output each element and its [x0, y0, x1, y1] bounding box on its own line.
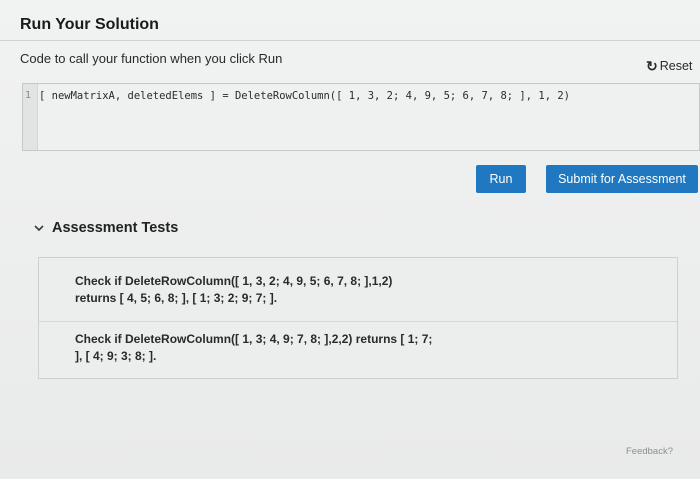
reset-button[interactable]: ↻ Reset — [646, 59, 692, 73]
submit-for-assessment-button[interactable]: Submit for Assessment — [546, 165, 698, 193]
code-editor[interactable]: 1 [ newMatrixA, deletedElems ] = DeleteR… — [22, 83, 700, 151]
editor-gutter: 1 — [23, 84, 38, 150]
run-button[interactable]: Run — [476, 165, 526, 193]
solution-panel: Run Your Solution Code to call your func… — [0, 0, 700, 479]
title-divider — [0, 40, 700, 41]
test-line: ], [ 4; 9; 3; 8; ]. — [75, 349, 157, 363]
assessment-tests-list: Check if DeleteRowColumn([ 1, 3, 2; 4, 9… — [38, 257, 678, 379]
test-line: Check if DeleteRowColumn([ 1, 3; 4, 9; 7… — [75, 332, 433, 346]
assessment-test-item: Check if DeleteRowColumn([ 1, 3; 4, 9; 7… — [75, 331, 475, 365]
assessment-test-item: Check if DeleteRowColumn([ 1, 3, 2; 4, 9… — [75, 273, 455, 307]
test-line: Check if DeleteRowColumn([ 1, 3, 2; 4, 9… — [75, 274, 393, 288]
feedback-link[interactable]: Feedback? — [626, 446, 673, 457]
assessment-tests-title: Assessment Tests — [52, 220, 179, 236]
code-call-description: Code to call your function when you clic… — [20, 51, 283, 66]
chevron-down-icon — [34, 225, 44, 232]
assessment-tests-toggle[interactable]: Assessment Tests — [34, 220, 178, 236]
refresh-icon: ↻ — [646, 58, 658, 74]
line-number: 1 — [25, 90, 32, 101]
reset-label: Reset — [659, 59, 693, 73]
test-divider — [39, 321, 677, 322]
test-line: returns [ 4, 5; 6, 8; ], [ 1; 3; 2; 9; 7… — [75, 291, 278, 305]
code-line[interactable]: [ newMatrixA, deletedElems ] = DeleteRow… — [39, 90, 570, 102]
section-title: Run Your Solution — [20, 16, 159, 33]
